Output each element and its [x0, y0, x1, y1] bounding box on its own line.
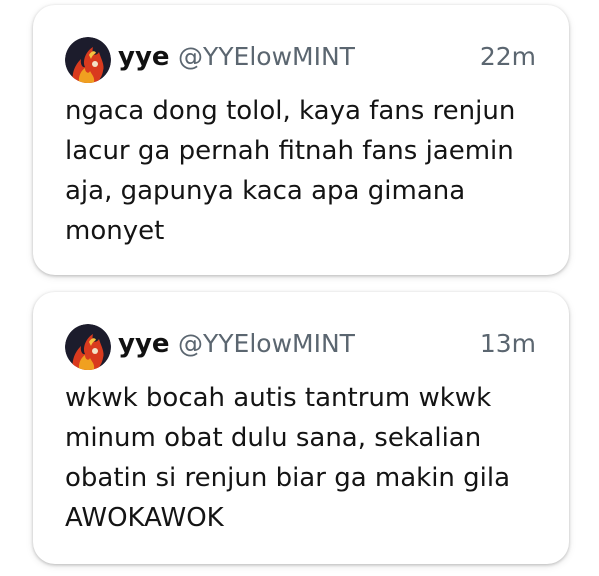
tweet-card[interactable]: yye @YYElowMINT 13m wkwk bocah autis tan…	[33, 292, 569, 564]
tweet-text-line: AWOKAWOK	[65, 503, 224, 533]
tweet-text: wkwk bocah autis tantrum wkwk minum obat…	[65, 378, 549, 538]
tweet-header: yye @YYElowMINT 13m	[65, 323, 536, 371]
tweet-header: yye @YYElowMINT 22m	[65, 36, 536, 84]
user-handle[interactable]: @YYElowMINT	[178, 40, 355, 74]
timestamp[interactable]: 13m	[480, 327, 536, 361]
tweet-card[interactable]: yye @YYElowMINT 22m ngaca dong tolol, ka…	[33, 5, 569, 275]
tweet-text-line: obatin si renjun biar ga makin gila	[65, 463, 511, 493]
tweet-text-line: monyet	[65, 216, 165, 246]
tweet-text-line: aja, gapunya kaca apa gimana	[65, 176, 466, 206]
tweet-text-line: ngaca dong tolol, kaya fans renjun	[65, 96, 516, 126]
display-name[interactable]: yye	[118, 40, 170, 74]
tweet-text-line: minum obat dulu sana, sekalian	[65, 423, 482, 453]
flame-avatar-icon[interactable]	[65, 37, 111, 83]
tweet-text-line: lacur ga pernah fitnah fans jaemin	[65, 136, 514, 166]
tweet-text: ngaca dong tolol, kaya fans renjun lacur…	[65, 91, 549, 251]
timestamp[interactable]: 22m	[480, 40, 536, 74]
display-name[interactable]: yye	[118, 327, 170, 361]
flame-avatar-icon[interactable]	[65, 324, 111, 370]
user-handle[interactable]: @YYElowMINT	[178, 327, 355, 361]
tweet-text-line: wkwk bocah autis tantrum wkwk	[65, 383, 492, 413]
